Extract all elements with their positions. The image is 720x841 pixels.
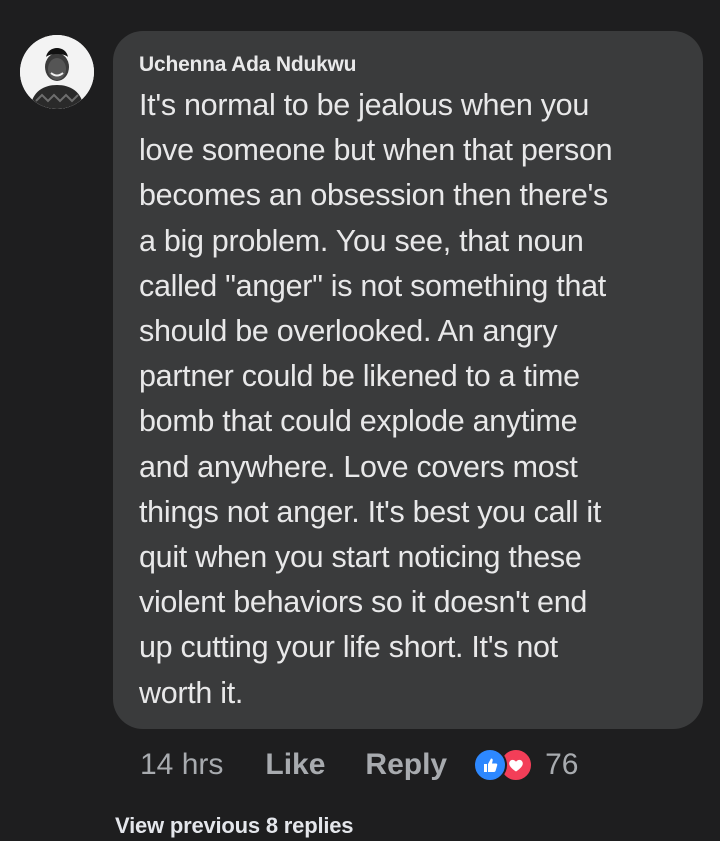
user-avatar-icon bbox=[20, 35, 94, 109]
like-button[interactable]: Like bbox=[265, 748, 325, 782]
view-previous-replies-link[interactable]: View previous 8 replies bbox=[115, 813, 354, 839]
comment-actions: 14 hrs Like Reply 76 bbox=[140, 745, 579, 785]
comment-text: It's normal to be jealous when you love … bbox=[139, 88, 613, 710]
comment-thread: Uchenna Ada Ndukwu It's normal to be jea… bbox=[0, 0, 720, 841]
like-reaction-icon bbox=[473, 748, 508, 782]
comment-bubble: Uchenna Ada Ndukwu It's normal to be jea… bbox=[113, 31, 703, 729]
reply-button[interactable]: Reply bbox=[365, 748, 447, 782]
comment-timestamp[interactable]: 14 hrs bbox=[140, 748, 223, 782]
comment-author[interactable]: Uchenna Ada Ndukwu bbox=[139, 53, 357, 77]
avatar[interactable] bbox=[20, 35, 94, 109]
reaction-count[interactable]: 76 bbox=[545, 748, 578, 782]
reactions-summary[interactable] bbox=[473, 748, 534, 782]
